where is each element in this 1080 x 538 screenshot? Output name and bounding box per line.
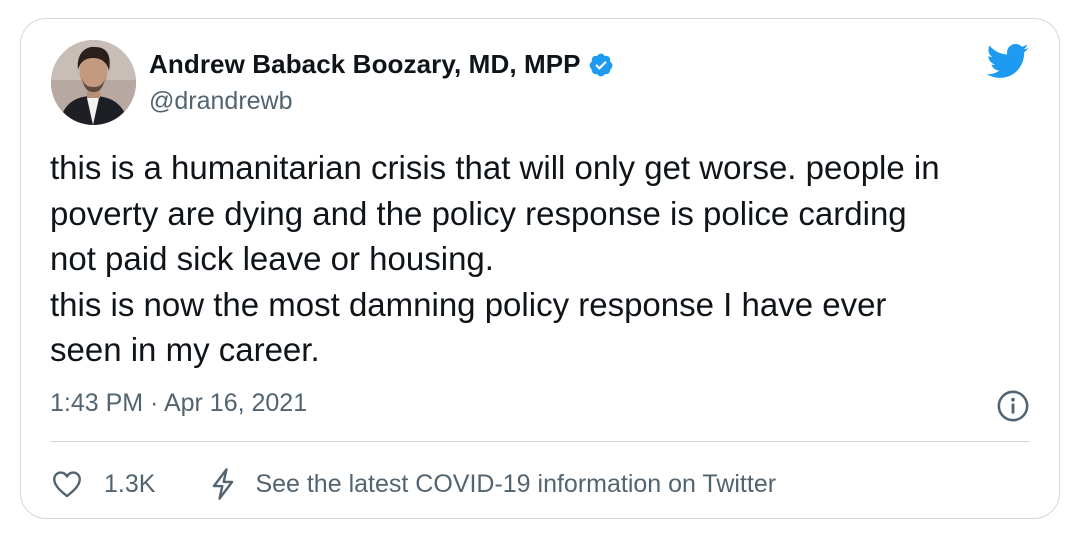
twitter-bird-icon[interactable] [985,42,1029,80]
tweet-text-line: seen in my career. [50,331,320,368]
avatar[interactable] [51,40,136,125]
tweet-actions: 1.3K See the latest COVID-19 information… [50,464,776,504]
verified-badge-icon [588,52,614,78]
tweet-text-line: poverty are dying and the policy respons… [50,194,907,232]
author-handle[interactable]: @drandrewb [149,87,293,116]
tweet-timestamp[interactable]: 1:43 PM · Apr 16, 2021 [50,389,307,418]
tweet-card[interactable]: Andrew Baback Boozary, MD, MPP @drandrew… [20,18,1060,519]
avatar-photo [51,40,136,125]
like-count[interactable]: 1.3K [104,470,155,499]
info-icon[interactable] [996,389,1030,423]
author-name-row[interactable]: Andrew Baback Boozary, MD, MPP [149,49,614,80]
author-display-name[interactable]: Andrew Baback Boozary, MD, MPP [149,49,581,80]
tweet-text-line: this is now the most damning policy resp… [50,285,887,323]
tweet-text: this is a humanitarian crisis that will … [50,145,1040,373]
heart-icon[interactable] [50,467,84,501]
tweet-text-line: not paid sick leave or housing. [50,240,494,277]
divider [50,441,1030,442]
lightning-bolt-icon [209,467,237,501]
covid-info-link[interactable]: See the latest COVID-19 information on T… [255,470,776,499]
tweet-text-line: this is a humanitarian crisis that will … [50,149,940,186]
